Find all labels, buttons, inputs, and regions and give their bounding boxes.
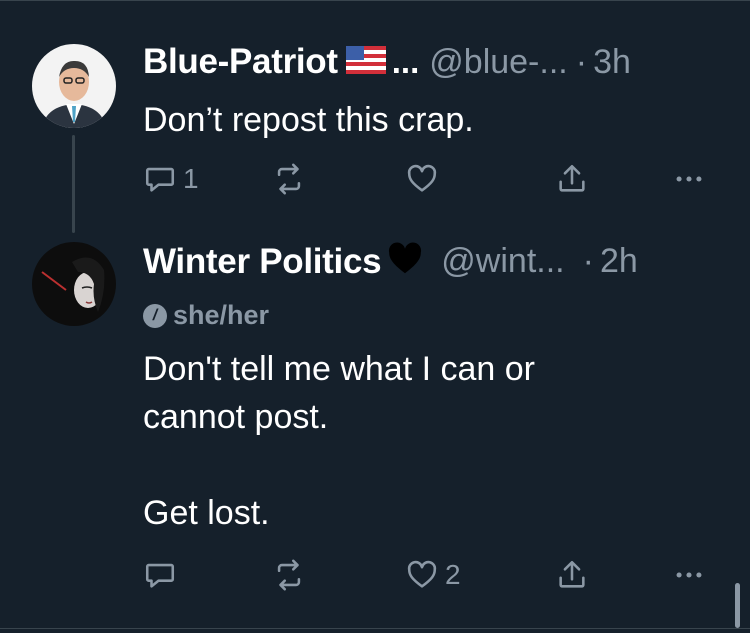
top-divider <box>0 0 750 1</box>
separator: · <box>582 242 594 280</box>
us-flag-emoji <box>345 45 386 79</box>
pronoun-icon: / <box>143 303 167 328</box>
reply-count: 1 <box>183 163 199 194</box>
like-icon <box>407 560 437 588</box>
share-button[interactable] <box>555 558 589 592</box>
display-name[interactable]: Blue-Patriot <box>143 42 338 82</box>
like-button[interactable]: 2 <box>405 558 461 592</box>
reply-icon <box>145 563 175 588</box>
separator: · <box>575 42 588 81</box>
timestamp[interactable]: 3h <box>593 43 631 82</box>
retweet-button[interactable] <box>272 162 306 196</box>
tweet-text: Don't tell me what I can or cannot post.… <box>143 345 535 537</box>
retweet-icon <box>277 163 301 195</box>
tweet-text-line: Don’t repost this crap. <box>143 101 474 139</box>
avatar-winter-politics[interactable] <box>32 242 116 326</box>
share-icon <box>559 560 585 588</box>
reply-button[interactable]: 1 <box>143 162 199 196</box>
like-count: 2 <box>445 559 461 590</box>
pronoun-text: she/her <box>173 300 270 330</box>
more-icon <box>676 176 702 182</box>
reply-icon <box>145 167 175 192</box>
avatar-blue-patriot[interactable] <box>32 44 116 128</box>
handle[interactable]: @wint... <box>441 242 564 281</box>
scrollbar[interactable] <box>735 583 740 628</box>
pronouns: / she/her <box>143 300 269 331</box>
handle[interactable]: @blue-... <box>429 43 567 82</box>
reply-button[interactable] <box>143 558 183 592</box>
retweet-button[interactable] <box>272 558 306 592</box>
tweet-actions: 2 <box>0 558 750 598</box>
display-name[interactable]: Winter Politics <box>143 242 382 282</box>
tweet-text-line: Get lost. <box>143 494 270 532</box>
tweet-text: Don’t repost this crap. <box>143 96 474 144</box>
more-button[interactable] <box>672 558 706 592</box>
timestamp[interactable]: 2h <box>600 242 638 281</box>
tweet-text-line <box>143 441 535 489</box>
tweet-header: Winter Politics @wint... · 2h <box>143 240 638 283</box>
more-icon <box>676 572 702 578</box>
share-icon <box>559 164 585 192</box>
retweet-icon <box>277 559 301 591</box>
tweet-header: Blue-Patriot ... @blue-... · 3h <box>143 42 631 82</box>
tweet-actions: 1 <box>0 162 750 202</box>
tweet-text-line: cannot post. <box>143 398 329 436</box>
like-icon <box>407 164 437 192</box>
like-button[interactable] <box>405 162 439 196</box>
black-heart-emoji <box>385 240 425 283</box>
more-button[interactable] <box>672 162 706 196</box>
share-button[interactable] <box>555 162 589 196</box>
tweet-text-line: Don't tell me what I can or <box>143 350 535 388</box>
name-truncation: ... <box>391 43 420 80</box>
bottom-divider <box>0 628 750 629</box>
